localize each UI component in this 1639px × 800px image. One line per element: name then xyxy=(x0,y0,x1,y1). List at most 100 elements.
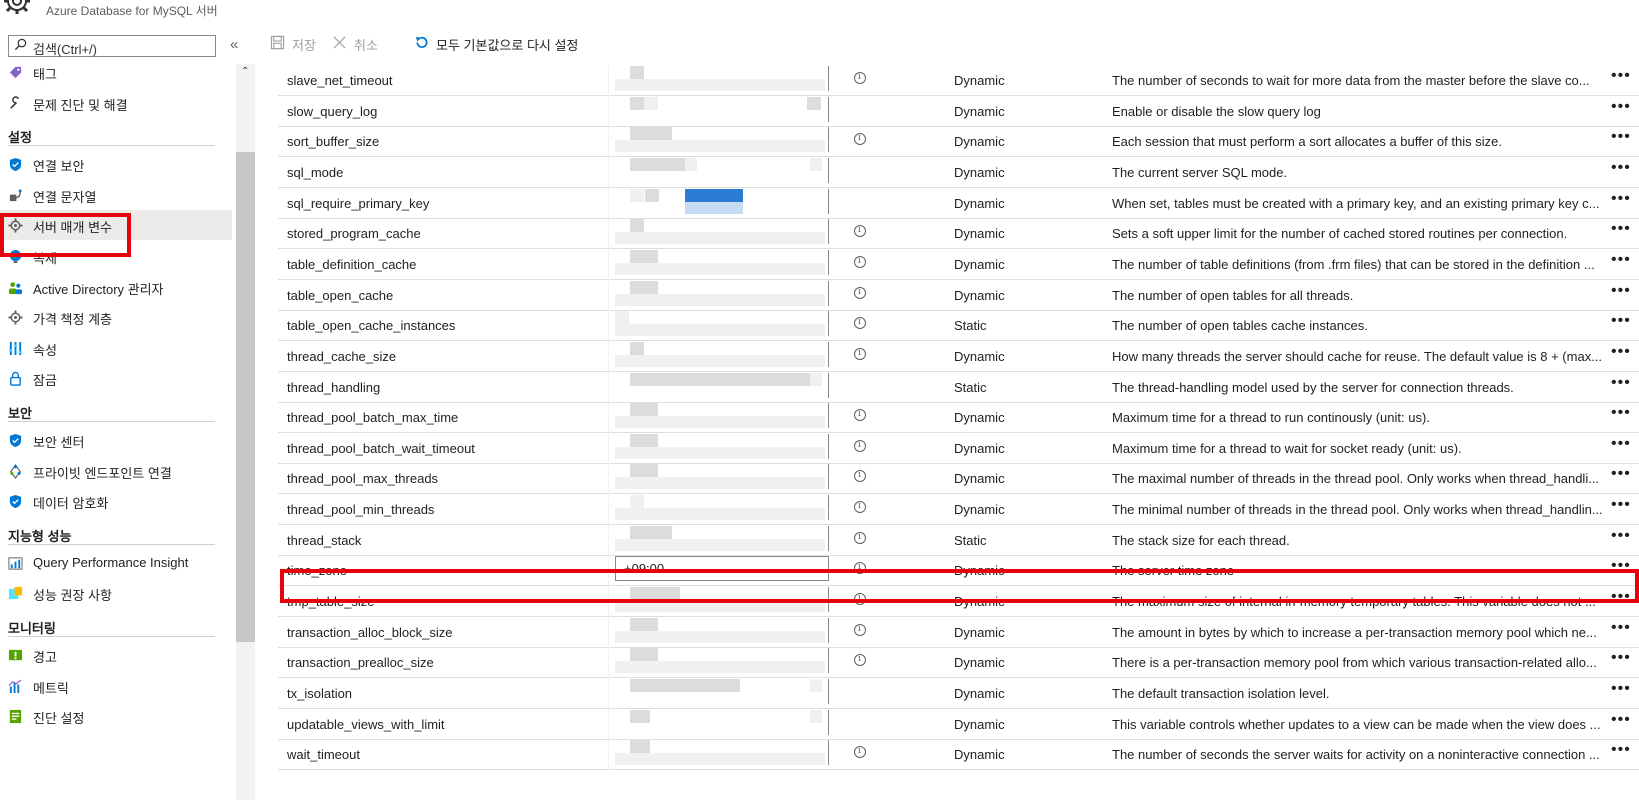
parameter-value-input[interactable] xyxy=(615,311,829,337)
parameter-description: The number of seconds the server waits f… xyxy=(1112,747,1600,763)
parameter-row-thread_pool_min_threads: thread_pool_min_threads Dynamic The minima… xyxy=(278,493,1639,526)
info-icon[interactable] xyxy=(854,72,866,84)
endpoint-icon xyxy=(8,463,23,479)
info-icon[interactable] xyxy=(854,255,866,268)
info-icon[interactable] xyxy=(854,409,866,422)
column-separator xyxy=(608,217,609,250)
column-separator xyxy=(608,339,609,372)
parameter-value-input[interactable] xyxy=(615,96,829,122)
parameter-value-input[interactable] xyxy=(615,219,829,245)
parameter-value-input[interactable] xyxy=(615,525,829,551)
server-gear-icon xyxy=(4,0,30,14)
parameter-value-input[interactable] xyxy=(615,648,829,674)
more-actions-icon[interactable]: ••• xyxy=(1611,159,1631,177)
sidebar-item-프라이빗-엔드포인트-연결[interactable]: 프라이빗 엔드포인트 연결 xyxy=(0,456,232,486)
resource-menu: 검색(Ctrl+/) « ⌃ 태그 문제 진단 및 해결 설정 연결 보안 연결 문자열… xyxy=(0,28,255,800)
parameter-value-input[interactable] xyxy=(615,127,829,153)
info-icon[interactable] xyxy=(854,133,866,146)
info-icon[interactable] xyxy=(854,746,866,759)
sidebar-item-잠금[interactable]: 잠금 xyxy=(0,363,232,393)
sidebar-item-진단-설정[interactable]: 진단 설정 xyxy=(0,701,232,731)
more-actions-icon[interactable]: ••• xyxy=(1611,190,1631,208)
sidebar-item-태그[interactable]: 태그 xyxy=(0,57,232,87)
column-separator xyxy=(608,738,609,771)
more-actions-icon[interactable]: ••• xyxy=(1611,465,1631,483)
scroll-up-arrow-icon[interactable]: ⌃ xyxy=(241,66,249,77)
sidebar-section-heading: 지능형 성능 xyxy=(8,528,72,544)
more-actions-icon[interactable]: ••• xyxy=(1611,312,1631,330)
info-icon[interactable] xyxy=(854,317,866,330)
parameter-value-input[interactable] xyxy=(615,188,829,214)
more-actions-icon[interactable]: ••• xyxy=(1611,619,1631,637)
parameter-value-input[interactable] xyxy=(615,495,829,521)
more-actions-icon[interactable]: ••• xyxy=(1611,496,1631,514)
section-divider xyxy=(8,636,215,637)
info-icon[interactable] xyxy=(854,225,866,238)
redacted-value xyxy=(810,679,822,692)
parameter-value-input[interactable] xyxy=(615,372,829,398)
sidebar-item-label: 잠금 xyxy=(33,373,57,389)
parameter-value-input[interactable] xyxy=(615,403,829,429)
redacted-value xyxy=(807,96,821,110)
info-icon[interactable] xyxy=(854,654,866,667)
sidebar-item-성능-권장-사항[interactable]: 성능 권장 사항 xyxy=(0,578,232,608)
parameter-value-input[interactable] xyxy=(615,464,829,490)
sidebar-item-문제-진단-및-해결[interactable]: 문제 진단 및 해결 xyxy=(0,88,232,118)
sidebar-item-연결-보안[interactable]: 연결 보안 xyxy=(0,149,232,179)
sidebar-item-경고[interactable]: 경고 xyxy=(0,640,232,670)
parameter-value-input[interactable] xyxy=(615,249,829,275)
more-actions-icon[interactable]: ••• xyxy=(1611,680,1631,698)
more-actions-icon[interactable]: ••• xyxy=(1611,251,1631,269)
parameter-value-input[interactable] xyxy=(615,679,829,704)
redacted-value xyxy=(630,679,740,692)
more-actions-icon[interactable]: ••• xyxy=(1611,404,1631,422)
sidebar-item-active-directory-관리자[interactable]: Active Directory 관리자 xyxy=(0,272,232,302)
alert-icon xyxy=(8,648,23,663)
parameter-value-input[interactable] xyxy=(615,157,829,183)
parameter-value-input[interactable] xyxy=(615,709,829,735)
highlight-box-time-zone xyxy=(280,569,1639,603)
parameter-type: Dynamic xyxy=(954,440,1005,456)
info-icon[interactable] xyxy=(854,623,866,636)
more-actions-icon[interactable]: ••• xyxy=(1611,343,1631,361)
more-actions-icon[interactable]: ••• xyxy=(1611,527,1631,545)
info-icon[interactable] xyxy=(854,439,866,452)
parameter-value-input[interactable] xyxy=(615,341,829,367)
parameter-value-input[interactable] xyxy=(615,617,829,643)
parameter-value-input[interactable] xyxy=(615,433,829,459)
sidebar-item-메트릭[interactable]: 메트릭 xyxy=(0,671,232,701)
more-actions-icon[interactable]: ••• xyxy=(1611,741,1631,759)
more-actions-icon[interactable]: ••• xyxy=(1611,282,1631,300)
sidebar-item-label: 문제 진단 및 해결 xyxy=(33,97,128,113)
sidebar-item-연결-문자열[interactable]: 연결 문자열 xyxy=(0,180,232,210)
parameter-type: Dynamic xyxy=(954,686,1005,701)
info-icon[interactable] xyxy=(854,286,866,299)
parameter-value-input[interactable] xyxy=(615,280,829,306)
info-icon[interactable] xyxy=(854,501,866,514)
column-separator xyxy=(608,462,609,495)
sidebar-item-가격-책정-계층[interactable]: 가격 책정 계층 xyxy=(0,302,232,332)
parameter-value-input[interactable] xyxy=(615,740,829,766)
info-icon[interactable] xyxy=(854,470,866,483)
collapse-menu-button[interactable]: « xyxy=(230,36,238,53)
more-actions-icon[interactable]: ••• xyxy=(1611,67,1631,85)
sidebar-item-query-performance-insight[interactable]: Query Performance Insight xyxy=(0,548,232,578)
more-actions-icon[interactable]: ••• xyxy=(1611,374,1631,392)
more-actions-icon[interactable]: ••• xyxy=(1611,98,1631,116)
sidebar-item-속성[interactable]: 속성 xyxy=(0,333,232,363)
sidebar-item-데이터-암호화[interactable]: 데이터 암호화 xyxy=(0,486,232,516)
more-actions-icon[interactable]: ••• xyxy=(1611,711,1631,729)
menu-scrollbar-thumb[interactable] xyxy=(236,152,255,642)
parameter-value-input[interactable] xyxy=(615,66,829,91)
more-actions-icon[interactable]: ••• xyxy=(1611,435,1631,453)
info-icon[interactable] xyxy=(854,531,866,544)
info-icon[interactable] xyxy=(854,347,866,360)
menu-search-input[interactable]: 검색(Ctrl+/) xyxy=(8,35,216,57)
more-actions-icon[interactable]: ••• xyxy=(1611,220,1631,238)
redacted-value xyxy=(630,525,672,539)
parameter-description: The maximal number of threads in the thr… xyxy=(1112,471,1600,487)
more-actions-icon[interactable]: ••• xyxy=(1611,128,1631,146)
more-actions-icon[interactable]: ••• xyxy=(1611,649,1631,667)
sidebar-item-보안-센터[interactable]: 보안 센터 xyxy=(0,425,232,455)
parameter-name: wait_timeout xyxy=(287,747,360,763)
